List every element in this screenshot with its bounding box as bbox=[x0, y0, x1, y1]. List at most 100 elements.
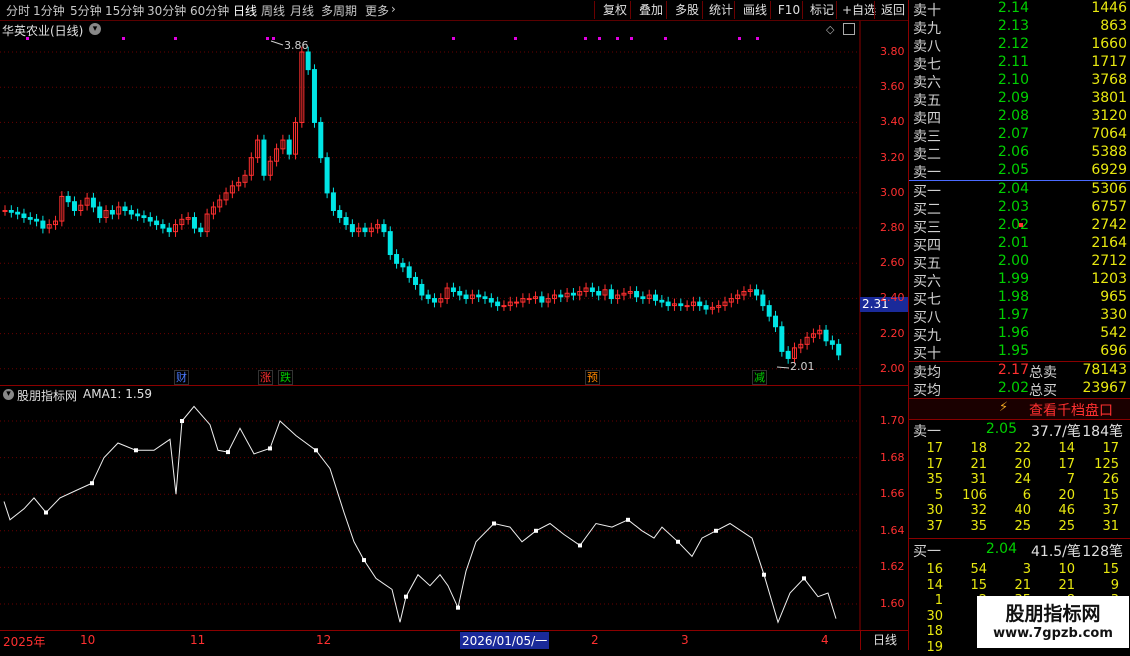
queue-row: 16 54 3 10 15 bbox=[909, 562, 1130, 578]
period-tab-15min[interactable]: 15分钟 bbox=[105, 2, 144, 19]
diamond-icon[interactable]: ◇ bbox=[826, 23, 834, 36]
candle-body bbox=[387, 231, 393, 256]
period-tab-multi[interactable]: 多周期 bbox=[321, 2, 357, 19]
ask-row[interactable]: 卖十 2.14 1446 bbox=[913, 0, 1127, 19]
ama-marker bbox=[180, 419, 184, 423]
ama-marker bbox=[762, 572, 766, 577]
order-book-panel: 卖十 2.14 1446 卖九 2.13 863 卖八 2.12 1660 卖七 2.11 1717 卖… bbox=[908, 0, 1130, 655]
queue-row: 35 31 24 7 26 bbox=[909, 472, 1130, 488]
period-tab-intraday[interactable]: 分时 bbox=[6, 2, 30, 19]
candle-body bbox=[135, 213, 141, 217]
event-tag-reduce[interactable]: 减 bbox=[752, 370, 767, 385]
queue-cell: 35 bbox=[926, 472, 943, 487]
event-tag-forecast[interactable]: 预 bbox=[585, 370, 600, 385]
signal-dot bbox=[266, 37, 269, 40]
bid-level-label: 买一 bbox=[913, 184, 941, 200]
queue-cell: 32 bbox=[970, 503, 987, 518]
draw-line-button[interactable]: 画线 bbox=[734, 1, 775, 19]
period-tab-30min[interactable]: 30分钟 bbox=[147, 2, 186, 19]
candle-body bbox=[2, 210, 8, 212]
candle-body bbox=[191, 217, 197, 229]
queue-cell: 17 bbox=[1102, 441, 1119, 456]
adjust-button[interactable]: 复权 bbox=[594, 1, 635, 19]
bid-row[interactable]: 买二 2.03 6757 bbox=[913, 199, 1127, 218]
kline-chart-panel[interactable]: 华英农业(日线) ▾ ◇ 2.31 3.86 2.01 财 涨 跌 预 减 3.… bbox=[0, 21, 908, 385]
period-tab-monthly[interactable]: 月线 bbox=[290, 2, 314, 19]
event-tag-limit-up[interactable]: 涨 bbox=[258, 370, 273, 385]
signal-dot bbox=[452, 37, 455, 40]
date-cursor-label: 2026/01/05/一 bbox=[460, 632, 550, 649]
candle-body bbox=[703, 305, 709, 310]
bid-row[interactable]: 买十 1.95 696 bbox=[913, 343, 1127, 362]
bid-row[interactable]: 买六 1.99 1203 bbox=[913, 271, 1127, 290]
candle-body bbox=[160, 224, 166, 229]
ask-row[interactable]: 卖六 2.10 3768 bbox=[913, 72, 1127, 91]
signal-dot bbox=[664, 37, 667, 40]
ask-volume: 1660 bbox=[1091, 36, 1127, 52]
indicator-dropdown-icon[interactable]: ▾ bbox=[3, 389, 14, 400]
period-tab-more[interactable]: 更多 bbox=[365, 2, 389, 19]
candle-body bbox=[653, 294, 659, 301]
back-button[interactable]: 返回 bbox=[874, 1, 911, 19]
buy-queue-price: 2.04 bbox=[985, 541, 1017, 557]
bid-row[interactable]: 买九 1.96 542 bbox=[913, 325, 1127, 344]
overlay-button[interactable]: 叠加 bbox=[630, 1, 671, 19]
ama-marker bbox=[492, 521, 496, 526]
avg-sell-row: 卖均 2.17 总卖 78143 bbox=[913, 362, 1127, 381]
view-depth-label: 查看千档盘口 bbox=[1029, 403, 1113, 419]
ask-row[interactable]: 卖三 2.07 7064 bbox=[913, 126, 1127, 145]
ask-price: 2.07 bbox=[997, 126, 1029, 142]
candle-body bbox=[305, 51, 311, 71]
multi-stock-button[interactable]: 多股 bbox=[666, 1, 707, 19]
candle-body bbox=[15, 211, 21, 215]
ask-row[interactable]: 卖五 2.09 3801 bbox=[913, 90, 1127, 109]
candle-body bbox=[419, 283, 425, 296]
ama-marker bbox=[44, 510, 48, 515]
ask-row[interactable]: 卖七 2.11 1717 bbox=[913, 54, 1127, 73]
bid-row[interactable]: 买八 1.97 330 bbox=[913, 307, 1127, 326]
queue-cell: 1 bbox=[934, 593, 943, 608]
period-tab-1min[interactable]: 1分钟 bbox=[33, 2, 65, 19]
ask-row[interactable]: 卖二 2.06 5388 bbox=[913, 144, 1127, 163]
event-tag-limit-down[interactable]: 跌 bbox=[278, 370, 293, 385]
ask-price: 2.06 bbox=[997, 144, 1029, 160]
ama-indicator-chart[interactable] bbox=[0, 386, 908, 630]
candle-body bbox=[362, 227, 368, 233]
signal-dot bbox=[756, 37, 759, 40]
kline-chart[interactable] bbox=[0, 21, 908, 384]
ask-volume: 3801 bbox=[1091, 90, 1127, 106]
signal-dot bbox=[630, 37, 633, 40]
period-tab-5min[interactable]: 5分钟 bbox=[70, 2, 102, 19]
candle-body bbox=[198, 227, 204, 233]
bid-price: 1.99 bbox=[997, 271, 1029, 287]
date-label-apr: 4 bbox=[821, 633, 829, 647]
ask-row[interactable]: 卖一 2.05 6929 bbox=[913, 162, 1127, 181]
period-tab-daily[interactable]: 日线 bbox=[233, 2, 257, 19]
event-tag-finance[interactable]: 财 bbox=[174, 370, 189, 385]
candle-body bbox=[109, 210, 115, 215]
stock-title: 华英农业(日线) bbox=[2, 24, 84, 38]
ask-row[interactable]: 卖四 2.08 3120 bbox=[913, 108, 1127, 127]
total-sell-value: 78143 bbox=[1082, 362, 1127, 378]
bid-row[interactable]: 买四 2.01 2164 bbox=[913, 235, 1127, 254]
bid-volume: 330 bbox=[1100, 307, 1127, 323]
window-box-icon[interactable] bbox=[843, 23, 855, 35]
bid-level-label: 买八 bbox=[913, 310, 941, 326]
title-dropdown-icon[interactable]: ▾ bbox=[89, 23, 101, 35]
period-tab-weekly[interactable]: 周线 bbox=[261, 2, 285, 19]
ask-row[interactable]: 卖九 2.13 863 bbox=[913, 18, 1127, 37]
price-tick-label: 3.60 bbox=[880, 80, 905, 94]
ask-row[interactable]: 卖八 2.12 1660 bbox=[913, 36, 1127, 55]
view-depth-button[interactable]: ⚡ 查看千档盘口 bbox=[909, 399, 1130, 420]
ama-marker bbox=[802, 576, 806, 581]
ask-level-label: 卖五 bbox=[913, 93, 941, 109]
bid-row[interactable]: 买五 2.00 2712 bbox=[913, 253, 1127, 272]
more-arrow-icon[interactable]: › bbox=[391, 2, 396, 16]
period-label[interactable]: 日线 bbox=[860, 631, 909, 650]
indicator-panel[interactable]: ▾ 股朋指标网 AMA1: 1.59 1.70 1.68 1.66 1.64 1.62 1… bbox=[0, 385, 908, 630]
bid-row[interactable]: 买一 2.04 5306 bbox=[913, 181, 1127, 200]
period-tab-60min[interactable]: 60分钟 bbox=[190, 2, 229, 19]
bid-row[interactable]: 买七 1.98 965 bbox=[913, 289, 1127, 308]
ask-level-label: 卖四 bbox=[913, 111, 941, 127]
signal-dot bbox=[514, 37, 517, 40]
